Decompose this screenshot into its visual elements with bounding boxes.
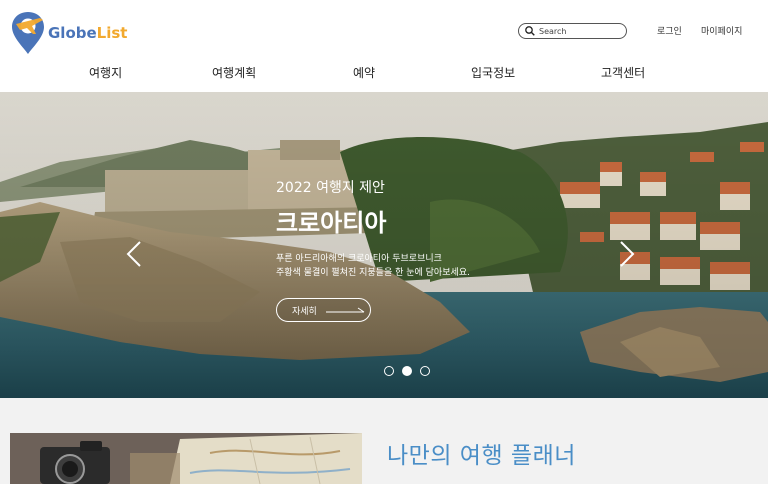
more-button-label: 자세히 xyxy=(292,306,317,317)
carousel-dot-2[interactable] xyxy=(402,366,412,376)
more-button[interactable]: 자세히 xyxy=(276,298,371,322)
hero-desc-line-1: 푸른 아드리아해의 크로아티아 두브로브니크 xyxy=(276,254,442,264)
carousel-pagination xyxy=(384,366,430,376)
carousel-prev-arrow-icon[interactable] xyxy=(126,240,142,268)
logo-text-list: List xyxy=(96,24,128,42)
logo[interactable]: GlobeList xyxy=(10,10,130,56)
search-input[interactable] xyxy=(539,25,619,37)
planner-image xyxy=(10,433,362,484)
hero-subtitle: 2022 여행지 제안 xyxy=(276,180,385,196)
carousel-dot-3[interactable] xyxy=(420,366,430,376)
nav-item-reservation[interactable]: 예약 xyxy=(353,64,375,81)
nav-item-destinations[interactable]: 여행지 xyxy=(89,64,122,81)
login-link[interactable]: 로그인 xyxy=(657,24,682,37)
carousel-next-arrow-icon[interactable] xyxy=(619,240,635,268)
main-nav: 여행지 여행계획 예약 입국정보 고객센터 xyxy=(0,64,768,84)
nav-item-customer-center[interactable]: 고객센터 xyxy=(601,64,645,81)
header: GlobeList 로그인 마이페이지 여행지 여행계획 예약 입국정보 고객센… xyxy=(0,0,768,92)
arrow-right-long-icon xyxy=(325,307,365,313)
hero-title: 크로아티아 xyxy=(276,209,387,237)
hero-carousel: 2022 여행지 제안 크로아티아 푸른 아드리아해의 크로아티아 두브로브니크… xyxy=(0,92,768,398)
carousel-dot-1[interactable] xyxy=(384,366,394,376)
logo-pin-icon xyxy=(10,10,46,56)
nav-item-entry-info[interactable]: 입국정보 xyxy=(471,64,515,81)
planner-section: 나만의 여행 플래너 xyxy=(0,398,768,484)
search-box[interactable] xyxy=(518,23,627,39)
logo-text-globe: Globe xyxy=(48,24,97,42)
planner-title: 나만의 여행 플래너 xyxy=(387,443,576,469)
hero-text: 2022 여행지 제안 크로아티아 푸른 아드리아해의 크로아티아 두브로브니크… xyxy=(276,177,556,280)
mypage-link[interactable]: 마이페이지 xyxy=(701,24,742,37)
nav-item-travel-plan[interactable]: 여행계획 xyxy=(212,64,256,81)
hero-description: 푸른 아드리아해의 크로아티아 두브로브니크 주황색 물결이 펼쳐진 지붕들을 … xyxy=(276,252,556,280)
search-icon xyxy=(525,26,535,36)
hero-desc-line-2: 주황색 물결이 펼쳐진 지붕들을 한 눈에 담아보세요. xyxy=(276,268,470,278)
